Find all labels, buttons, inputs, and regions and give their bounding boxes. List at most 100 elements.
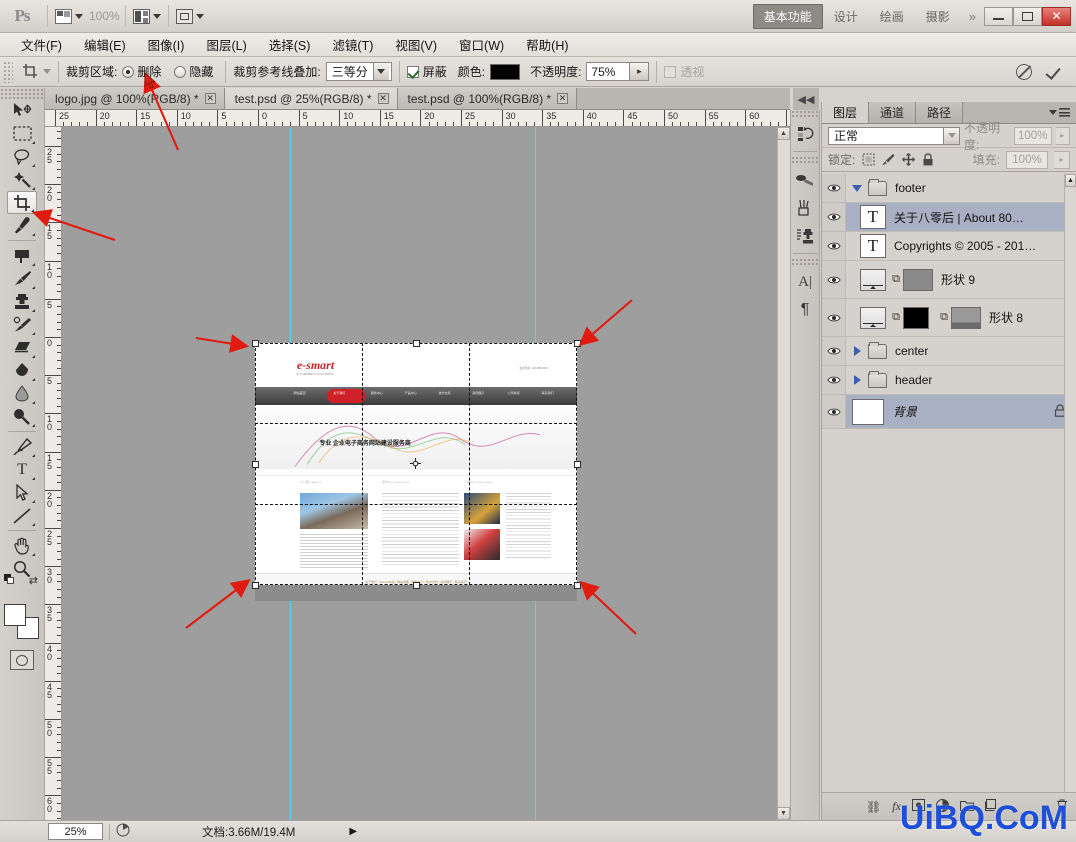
crop-hide-label[interactable]: 隐藏 (189, 63, 213, 80)
tool-line-shape[interactable] (7, 504, 37, 527)
brush-panel-icon[interactable] (792, 195, 818, 221)
close-icon[interactable]: ✕ (377, 93, 389, 104)
menu-layer[interactable]: 图层(L) (195, 33, 257, 56)
layer-visibility-toggle[interactable] (822, 337, 846, 365)
dock-collapse-button[interactable]: ◀◀ (793, 88, 819, 110)
crop-handle-ne[interactable] (574, 340, 581, 347)
bridge-launch-button[interactable] (51, 4, 87, 28)
maximize-button[interactable] (1013, 6, 1042, 26)
lock-all-icon[interactable] (921, 153, 935, 167)
layer-visibility-toggle[interactable] (822, 261, 846, 298)
tool-gradient[interactable] (7, 359, 37, 382)
character-panel-icon[interactable]: A | (792, 269, 818, 295)
dock-gripper[interactable] (791, 110, 819, 119)
tool-path-selection[interactable] (7, 481, 37, 504)
layer-row-footer[interactable]: footer (822, 174, 1076, 203)
horizontal-ruler[interactable]: 2520151050510152025303540455055606570 (45, 110, 790, 127)
document-tab-logo[interactable]: logo.jpg @ 100%(RGB/8) * ✕ (45, 88, 225, 109)
paragraph-panel-icon[interactable]: ¶ (792, 297, 818, 323)
workspace-tab-photography[interactable]: 摄影 (915, 4, 961, 29)
tool-eyedropper[interactable] (7, 214, 37, 237)
shield-opacity-stepper[interactable]: ▸ (630, 62, 650, 81)
mask-link-icon[interactable]: ⧉ (939, 311, 949, 324)
commit-crop-icon[interactable] (1046, 64, 1062, 80)
foreground-color-swatch[interactable] (4, 604, 26, 626)
workspace-more-button[interactable]: » (961, 9, 984, 24)
tool-clone-stamp[interactable] (7, 290, 37, 313)
lock-position-icon[interactable] (901, 153, 915, 167)
menu-view[interactable]: 视图(V) (384, 33, 448, 56)
tool-type[interactable]: T (7, 458, 37, 481)
opacity-input[interactable]: 100% (1013, 126, 1052, 145)
layer-visibility-toggle[interactable] (822, 299, 846, 336)
shield-color-swatch[interactable] (490, 63, 521, 80)
menu-file[interactable]: 文件(F) (10, 33, 73, 56)
document-tab-test-25[interactable]: test.psd @ 25%(RGB/8) * ✕ (224, 88, 398, 109)
layer-visibility-toggle[interactable] (822, 203, 846, 231)
crop-handle-se[interactable] (574, 582, 581, 589)
dock-gripper[interactable] (791, 156, 819, 165)
screen-mode-button[interactable] (172, 4, 208, 28)
menu-edit[interactable]: 编辑(E) (73, 33, 137, 56)
tool-hand[interactable] (7, 534, 37, 557)
tab-paths[interactable]: 路径 (916, 102, 964, 123)
fill-input[interactable]: 100% (1006, 150, 1048, 169)
layer-row-background[interactable]: 背景 (822, 395, 1076, 429)
crop-handle-s[interactable] (413, 582, 420, 589)
lock-transparent-pixels-icon[interactable] (861, 153, 875, 167)
tool-preset-chevron-icon[interactable] (43, 69, 51, 74)
layers-panel-scrollbar[interactable]: ▲ (1064, 174, 1076, 792)
tool-rectangular-marquee[interactable] (7, 122, 37, 145)
layer-visibility-toggle[interactable] (822, 232, 846, 260)
tool-crop[interactable] (7, 191, 37, 214)
workspace-tab-painting[interactable]: 绘画 (869, 4, 915, 29)
tab-channels[interactable]: 通道 (869, 102, 917, 123)
crop-overlay-select[interactable]: 三等分 (325, 62, 392, 81)
layer-row-shape-9[interactable]: ⧉ 形状 9 (822, 261, 1076, 299)
menu-window[interactable]: 窗口(W) (448, 33, 515, 56)
close-icon[interactable]: ✕ (557, 93, 569, 104)
tool-magic-wand[interactable] (7, 168, 37, 191)
layer-visibility-toggle[interactable] (822, 174, 846, 202)
canvas-scrollbar-vertical[interactable]: ▲ ▼ (777, 127, 790, 820)
group-disclosure-toggle[interactable] (846, 184, 868, 192)
status-expand-arrow[interactable]: ▶ (349, 826, 357, 837)
menu-help[interactable]: 帮助(H) (515, 33, 579, 56)
tool-dodge[interactable] (7, 405, 37, 428)
quick-mask-toggle[interactable] (10, 650, 34, 670)
canvas-area[interactable]: e-smart E-COMMERCE SOLUTIONS 电话咨询 : 400-… (62, 127, 777, 820)
layer-row-header[interactable]: header (822, 366, 1076, 395)
tool-brush[interactable] (7, 267, 37, 290)
minimize-button[interactable] (984, 6, 1013, 26)
toolbox-gripper[interactable] (0, 88, 44, 99)
fill-stepper[interactable]: ▸ (1054, 150, 1070, 169)
blend-mode-select[interactable]: 正常 (828, 126, 960, 145)
layer-visibility-toggle[interactable] (822, 366, 846, 394)
mask-link-icon[interactable]: ⧉ (891, 311, 901, 324)
crop-handle-sw[interactable] (252, 582, 259, 589)
cancel-crop-icon[interactable] (1016, 63, 1032, 80)
crop-handle-n[interactable] (413, 340, 420, 347)
layer-list[interactable]: footer T 关于八零后 | About 80… T Copyrights … (822, 174, 1076, 792)
layer-row-copyrights[interactable]: T Copyrights © 2005 - 201… (822, 232, 1076, 261)
group-disclosure-toggle[interactable] (846, 346, 868, 356)
workspace-tab-design[interactable]: 设计 (823, 4, 869, 29)
dock-gripper[interactable] (791, 258, 819, 267)
tool-lasso[interactable] (7, 145, 37, 168)
menu-select[interactable]: 选择(S) (258, 33, 322, 56)
opacity-stepper[interactable]: ▸ (1055, 126, 1070, 145)
lock-image-pixels-icon[interactable] (881, 153, 895, 167)
vertical-ruler[interactable]: 30252015105051015202530354045505560 (45, 127, 62, 820)
close-icon[interactable]: ✕ (204, 93, 216, 104)
layer-visibility-toggle[interactable] (822, 395, 846, 428)
shield-opacity-input[interactable]: 75% (586, 62, 631, 81)
crop-handle-w[interactable] (252, 461, 259, 468)
layer-row-shape-8[interactable]: ⧉ ⧉ 形状 8 (822, 299, 1076, 337)
menu-filter[interactable]: 滤镜(T) (321, 33, 384, 56)
crop-handle-nw[interactable] (252, 340, 259, 347)
tool-blur[interactable] (7, 382, 37, 405)
arrange-documents-button[interactable] (129, 4, 165, 28)
options-bar-gripper[interactable] (3, 60, 13, 83)
menu-image[interactable]: 图像(I) (137, 33, 196, 56)
current-tool-crop-icon[interactable] (17, 60, 43, 84)
